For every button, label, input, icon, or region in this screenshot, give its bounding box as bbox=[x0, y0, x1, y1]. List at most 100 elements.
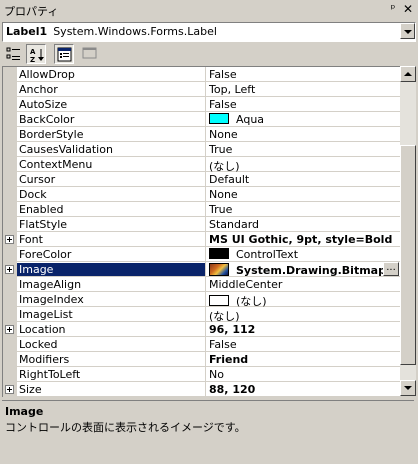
property-value[interactable]: Standard bbox=[209, 218, 259, 231]
property-row-image[interactable]: Image System.Drawing.Bitmap... bbox=[3, 262, 401, 277]
column-divider[interactable] bbox=[205, 82, 206, 97]
object-selector-dropdown[interactable]: Label1 System.Windows.Forms.Label bbox=[2, 22, 416, 42]
property-value-text: Standard bbox=[209, 218, 260, 231]
property-row-imagelist[interactable]: ImageList (なし) bbox=[3, 307, 401, 323]
column-divider[interactable] bbox=[205, 352, 206, 367]
property-value[interactable]: System.Drawing.Bitmap bbox=[209, 263, 386, 277]
property-row-modifiers[interactable]: Modifiers Friend bbox=[3, 352, 401, 367]
property-value-text: Default bbox=[209, 173, 250, 186]
row-margin bbox=[3, 322, 17, 337]
property-row-borderstyle[interactable]: BorderStyle None bbox=[3, 127, 401, 142]
column-divider[interactable] bbox=[205, 277, 206, 292]
column-divider[interactable] bbox=[205, 247, 206, 262]
property-row-imagealign[interactable]: ImageAlign MiddleCenter bbox=[3, 277, 401, 292]
property-value[interactable]: Top, Left bbox=[209, 83, 255, 96]
column-divider[interactable] bbox=[205, 202, 206, 217]
column-divider[interactable] bbox=[205, 142, 206, 157]
property-value[interactable]: None bbox=[209, 188, 238, 201]
property-grid[interactable]: AllowDrop False Anchor Top, Left AutoSize Fal… bbox=[2, 66, 401, 397]
column-divider[interactable] bbox=[205, 322, 206, 337]
property-value[interactable]: True bbox=[209, 203, 232, 216]
categorized-view-button[interactable] bbox=[4, 44, 24, 64]
row-margin bbox=[3, 262, 17, 277]
properties-view-button[interactable] bbox=[54, 44, 74, 64]
property-row-forecolor[interactable]: ForeColor ControlText bbox=[3, 247, 401, 262]
column-divider[interactable] bbox=[205, 382, 206, 397]
property-value[interactable]: None bbox=[209, 128, 238, 141]
property-value[interactable]: 88, 120 bbox=[209, 383, 255, 396]
property-value[interactable]: False bbox=[209, 68, 237, 81]
property-row-locked[interactable]: Locked False bbox=[3, 337, 401, 352]
ellipsis-button[interactable]: ... bbox=[383, 262, 399, 276]
property-row-dock[interactable]: Dock None bbox=[3, 187, 401, 202]
property-value-text: MiddleCenter bbox=[209, 278, 283, 291]
property-name: RightToLeft bbox=[19, 368, 81, 381]
property-value[interactable]: MiddleCenter bbox=[209, 278, 282, 291]
close-icon[interactable]: ✕ bbox=[401, 2, 415, 16]
property-value[interactable]: Default bbox=[209, 173, 249, 186]
column-divider[interactable] bbox=[205, 292, 206, 307]
description-title: Image bbox=[5, 405, 44, 418]
scroll-thumb[interactable] bbox=[400, 144, 416, 366]
property-name: BorderStyle bbox=[19, 128, 84, 141]
column-divider[interactable] bbox=[205, 262, 206, 277]
property-row-anchor[interactable]: Anchor Top, Left bbox=[3, 82, 401, 97]
property-name: ForeColor bbox=[19, 248, 72, 261]
property-row-size[interactable]: Size 88, 120 bbox=[3, 382, 401, 397]
property-name: Font bbox=[19, 233, 43, 246]
property-row-allowdrop[interactable]: AllowDrop False bbox=[3, 67, 401, 82]
property-row-autosize[interactable]: AutoSize False bbox=[3, 97, 401, 112]
property-value[interactable]: ControlText bbox=[209, 248, 298, 261]
property-row-righttoleft[interactable]: RightToLeft No bbox=[3, 367, 401, 382]
property-value[interactable]: False bbox=[209, 338, 237, 351]
expand-plus-icon[interactable] bbox=[5, 385, 14, 394]
column-divider[interactable] bbox=[205, 337, 206, 352]
property-pages-button[interactable] bbox=[80, 44, 100, 64]
scroll-down-button[interactable] bbox=[400, 380, 416, 396]
property-row-font[interactable]: Font MS UI Gothic, 9pt, style=Bold bbox=[3, 232, 401, 247]
expand-plus-icon[interactable] bbox=[5, 265, 14, 274]
column-divider[interactable] bbox=[205, 67, 206, 82]
categorized-icon bbox=[6, 47, 20, 60]
row-margin bbox=[3, 97, 17, 112]
property-row-enabled[interactable]: Enabled True bbox=[3, 202, 401, 217]
column-divider[interactable] bbox=[205, 97, 206, 112]
property-name: FlatStyle bbox=[19, 218, 68, 231]
property-value[interactable]: Aqua bbox=[209, 113, 264, 126]
property-value[interactable]: No bbox=[209, 368, 224, 381]
alphabetical-view-button[interactable]: A Z bbox=[26, 44, 46, 64]
property-row-causesvalidation[interactable]: CausesValidation True bbox=[3, 142, 401, 157]
property-row-location[interactable]: Location 96, 112 bbox=[3, 322, 401, 337]
column-divider[interactable] bbox=[205, 367, 206, 382]
property-value[interactable]: MS UI Gothic, 9pt, style=Bold bbox=[209, 233, 392, 246]
property-row-contextmenu[interactable]: ContextMenu (なし) bbox=[3, 157, 401, 173]
column-divider[interactable] bbox=[205, 127, 206, 142]
chevron-down-icon[interactable] bbox=[400, 23, 415, 39]
property-row-imageindex[interactable]: ImageIndex (なし) bbox=[3, 292, 401, 308]
property-value-text: 88, 120 bbox=[209, 383, 256, 396]
row-margin bbox=[3, 172, 17, 187]
column-divider[interactable] bbox=[205, 217, 206, 232]
row-margin bbox=[3, 352, 17, 367]
column-divider[interactable] bbox=[205, 157, 206, 172]
property-value[interactable]: True bbox=[209, 143, 232, 156]
property-row-flatstyle[interactable]: FlatStyle Standard bbox=[3, 217, 401, 232]
pin-icon[interactable]: ᵖ bbox=[386, 2, 400, 16]
column-divider[interactable] bbox=[205, 232, 206, 247]
property-row-backcolor[interactable]: BackColor Aqua bbox=[3, 112, 401, 127]
property-value[interactable]: False bbox=[209, 98, 237, 111]
property-value[interactable]: Friend bbox=[209, 353, 248, 366]
property-value[interactable]: 96, 112 bbox=[209, 323, 255, 336]
expand-plus-icon[interactable] bbox=[5, 325, 14, 334]
scroll-up-button[interactable] bbox=[400, 66, 416, 82]
expand-plus-icon[interactable] bbox=[5, 235, 14, 244]
property-row-cursor[interactable]: Cursor Default bbox=[3, 172, 401, 187]
vertical-scrollbar[interactable] bbox=[400, 66, 416, 396]
column-divider[interactable] bbox=[205, 172, 206, 187]
column-divider[interactable] bbox=[205, 187, 206, 202]
column-divider[interactable] bbox=[205, 307, 206, 322]
column-divider[interactable] bbox=[205, 112, 206, 127]
property-value-text: None bbox=[209, 128, 238, 141]
color-swatch bbox=[209, 248, 229, 259]
row-margin bbox=[3, 67, 17, 82]
